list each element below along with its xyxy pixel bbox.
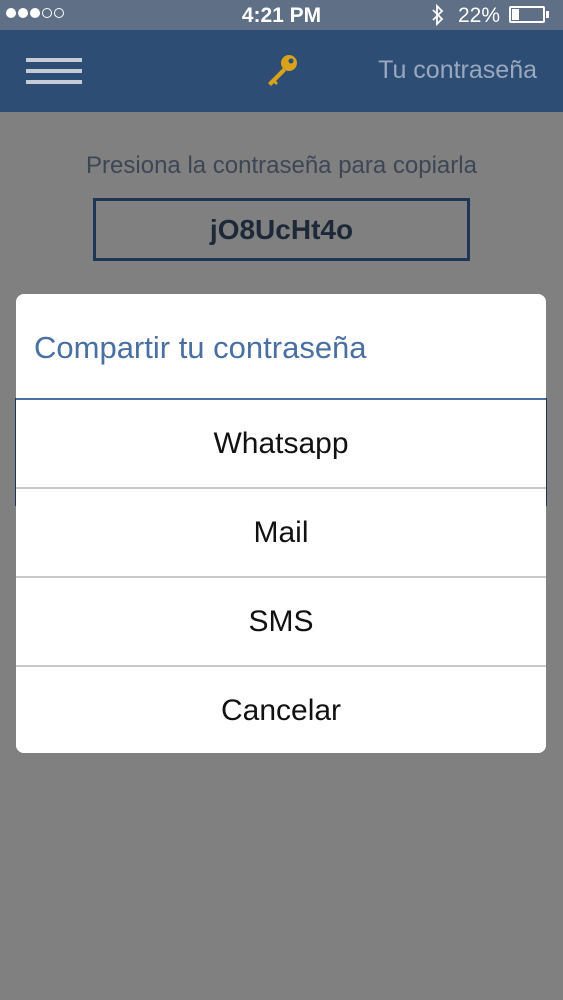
option-sms-button[interactable]: SMS [16, 578, 546, 666]
key-icon [268, 55, 297, 86]
battery-icon [509, 6, 545, 23]
dialog-title: Compartir tu contraseña [34, 330, 367, 365]
share-dialog: Compartir tu contraseña Whatsapp Mail SM… [16, 294, 546, 753]
battery-tip [546, 11, 549, 18]
bluetooth-icon [432, 4, 444, 26]
battery-percentage: 22% [458, 4, 501, 27]
copy-hint: Presiona la contraseña para copiarla [86, 152, 477, 179]
cancel-button[interactable]: Cancelar [16, 667, 546, 753]
password-display[interactable]: jO8UcHt4o [93, 198, 470, 261]
nav-title[interactable]: Tu contraseña [378, 56, 537, 85]
option-whatsapp-button[interactable]: Whatsapp [16, 400, 546, 488]
hamburger-menu-icon[interactable] [26, 58, 82, 84]
nav-bar: Tu contraseña [0, 30, 563, 112]
status-bar: 4:21 PM 22% [0, 0, 563, 30]
option-mail-button[interactable]: Mail [16, 489, 546, 577]
